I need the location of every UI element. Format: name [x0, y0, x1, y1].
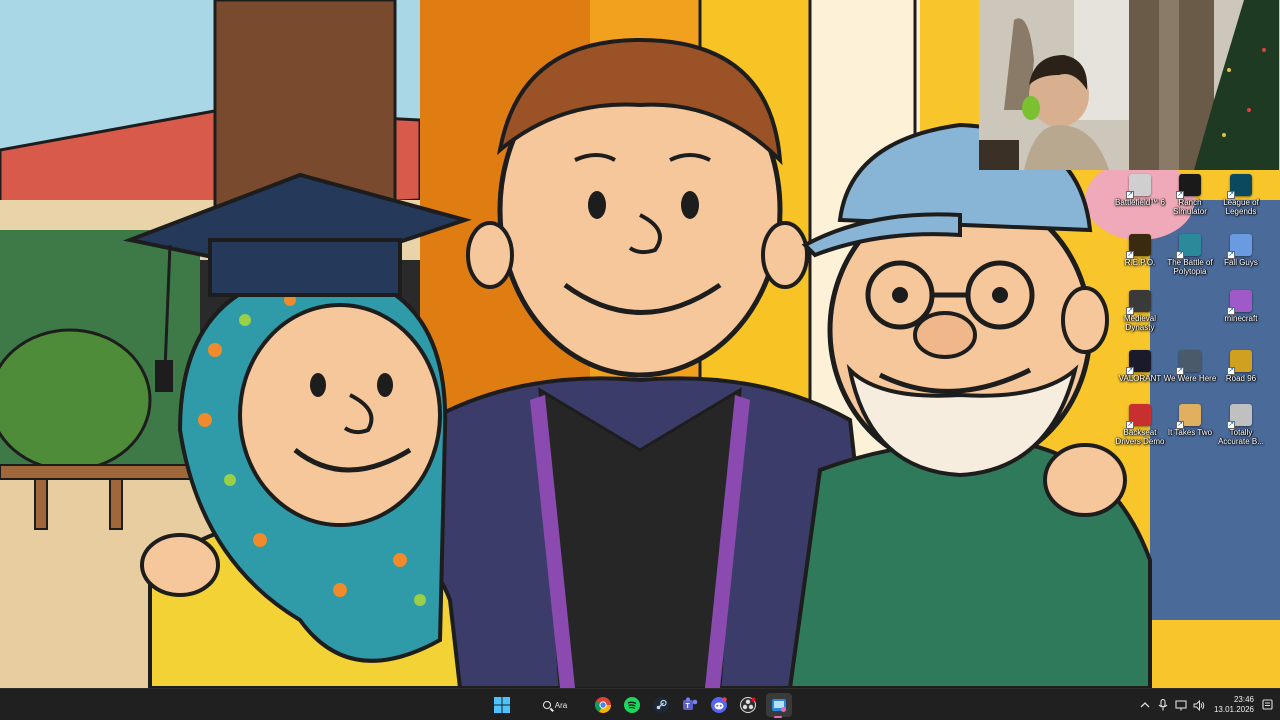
- chrome-icon: [595, 697, 611, 713]
- desktop-icon-label: Backseat Drivers Demo: [1115, 428, 1165, 446]
- webcam-feed: [979, 0, 1280, 170]
- desktop-icon-label: League of Legends: [1223, 198, 1259, 216]
- desktop-icon[interactable]: ↗ VALORANT: [1112, 350, 1168, 383]
- shortcut-icon: ↗: [1176, 234, 1201, 259]
- desktop-icon-label: R.E.P.O.: [1124, 258, 1156, 267]
- desktop-icon[interactable]: ↗ The Battle of Polytopia: [1162, 234, 1218, 276]
- desktop-icon[interactable]: ↗ We Were Here: [1162, 350, 1218, 383]
- shortcut-arrow-icon: ↗: [1126, 307, 1134, 315]
- clock-date: 13.01.2026: [1213, 705, 1254, 714]
- shortcut-icon: ↗: [1176, 404, 1201, 429]
- desktop-icon-label: minecraft: [1224, 314, 1258, 323]
- taskbar-snipping-tool[interactable]: [766, 693, 792, 718]
- taskbar-chrome[interactable]: [591, 693, 615, 717]
- svg-text:T: T: [686, 703, 691, 710]
- shortcut-icon: ↗: [1227, 350, 1252, 375]
- desktop-icon[interactable]: ↗ R.E.P.O.: [1112, 234, 1168, 267]
- shortcut-arrow-icon: ↗: [1126, 367, 1134, 375]
- shortcut-arrow-icon: ↗: [1227, 191, 1235, 199]
- taskbar: Ara T 23:46 13.01.2026: [0, 688, 1280, 720]
- desktop-icon-label: It Takes Two: [1167, 428, 1213, 437]
- taskbar-spotify[interactable]: [620, 693, 644, 717]
- shortcut-arrow-icon: ↗: [1227, 251, 1235, 259]
- shortcut-icon: ↗: [1227, 290, 1252, 315]
- shortcut-icon: ↗: [1176, 350, 1201, 375]
- teams-icon: T: [683, 697, 698, 710]
- desktop-icon[interactable]: ↗ Backseat Drivers Demo: [1112, 404, 1168, 446]
- desktop-icon[interactable]: ↗ It Takes Two: [1162, 404, 1218, 437]
- chevron-up-icon: [1140, 702, 1150, 708]
- shortcut-icon: ↗: [1176, 174, 1201, 199]
- desktop-icon-grid: ↗ Battlefield™ 6 ↗ Ranch Simulator ↗ League o…: [1112, 174, 1280, 464]
- webcam-overlay: [979, 0, 1280, 170]
- shortcut-arrow-icon: ↗: [1126, 251, 1134, 259]
- start-button[interactable]: [490, 693, 514, 717]
- desktop-icon[interactable]: ↗ minecraft: [1213, 290, 1269, 323]
- shortcut-icon: ↗: [1126, 174, 1151, 199]
- network-icon: [1175, 699, 1187, 710]
- taskbar-discord[interactable]: [707, 693, 731, 717]
- desktop-icon-label: Ranch Simulator: [1173, 198, 1207, 216]
- desktop-icon-label: We Were Here: [1163, 374, 1217, 383]
- microphone-icon: [1158, 699, 1168, 711]
- taskbar-teams[interactable]: T: [678, 693, 702, 717]
- desktop-icon-label: The Battle of Polytopia: [1167, 258, 1213, 276]
- snipping-tool-icon: [772, 699, 786, 712]
- volume-button[interactable]: [1190, 693, 1208, 717]
- shortcut-arrow-icon: ↗: [1126, 191, 1134, 199]
- desktop-icon[interactable]: ↗ Fall Guys: [1213, 234, 1269, 267]
- desktop-icon[interactable]: ↗ Battlefield™ 6: [1112, 174, 1168, 207]
- shortcut-icon: ↗: [1126, 350, 1151, 375]
- steam-icon: [653, 697, 669, 713]
- desktop-icon[interactable]: ↗ Ranch Simulator: [1162, 174, 1218, 216]
- clock-button[interactable]: 23:46 13.01.2026: [1208, 695, 1254, 715]
- desktop-icon-label: VALORANT: [1118, 374, 1162, 383]
- desktop-icon[interactable]: ↗ Totally Accurate B...: [1213, 404, 1269, 446]
- notifications-button[interactable]: [1260, 693, 1274, 717]
- speaker-icon: [1193, 699, 1205, 711]
- clock-time: 23:46: [1233, 695, 1254, 704]
- taskbar-obs[interactable]: [736, 693, 760, 717]
- shortcut-arrow-icon: ↗: [1176, 421, 1184, 429]
- spotify-icon: [624, 697, 640, 713]
- show-hidden-icons-button[interactable]: [1136, 693, 1154, 717]
- discord-icon: [711, 697, 727, 713]
- desktop-icon-label: Fall Guys: [1224, 258, 1258, 267]
- desktop-icon[interactable]: ↗ Medieval Dynasty: [1112, 290, 1168, 332]
- search-icon: [542, 701, 551, 709]
- search-button[interactable]: Ara: [530, 693, 580, 717]
- network-button[interactable]: [1172, 693, 1190, 717]
- desktop-icon[interactable]: ↗ Road 96: [1213, 350, 1269, 383]
- taskbar-steam[interactable]: [649, 693, 673, 717]
- desktop-icon[interactable]: ↗ League of Legends: [1213, 174, 1269, 216]
- shortcut-icon: ↗: [1227, 234, 1252, 259]
- desktop-icon-label: Road 96: [1225, 374, 1257, 383]
- notification-bell-icon: [1261, 699, 1273, 710]
- shortcut-arrow-icon: ↗: [1227, 367, 1235, 375]
- desktop-icon-label: Totally Accurate B...: [1218, 428, 1264, 446]
- windows-logo-icon: [494, 697, 510, 713]
- shortcut-icon: ↗: [1126, 290, 1151, 315]
- shortcut-icon: ↗: [1126, 234, 1151, 259]
- obs-icon: [740, 697, 756, 713]
- shortcut-arrow-icon: ↗: [1176, 367, 1184, 375]
- shortcut-arrow-icon: ↗: [1176, 251, 1184, 259]
- desktop-icon-label: Battlefield™ 6: [1115, 198, 1165, 207]
- shortcut-icon: ↗: [1227, 174, 1252, 199]
- desktop-icon-label: Medieval Dynasty: [1123, 314, 1156, 332]
- shortcut-icon: ↗: [1126, 404, 1151, 429]
- search-label: Ara: [554, 700, 568, 710]
- shortcut-arrow-icon: ↗: [1227, 307, 1235, 315]
- shortcut-icon: ↗: [1227, 404, 1252, 429]
- shortcut-arrow-icon: ↗: [1176, 191, 1184, 199]
- shortcut-arrow-icon: ↗: [1126, 421, 1134, 429]
- shortcut-arrow-icon: ↗: [1227, 421, 1235, 429]
- system-tray: 23:46 13.01.2026: [1136, 689, 1280, 720]
- microphone-button[interactable]: [1154, 693, 1172, 717]
